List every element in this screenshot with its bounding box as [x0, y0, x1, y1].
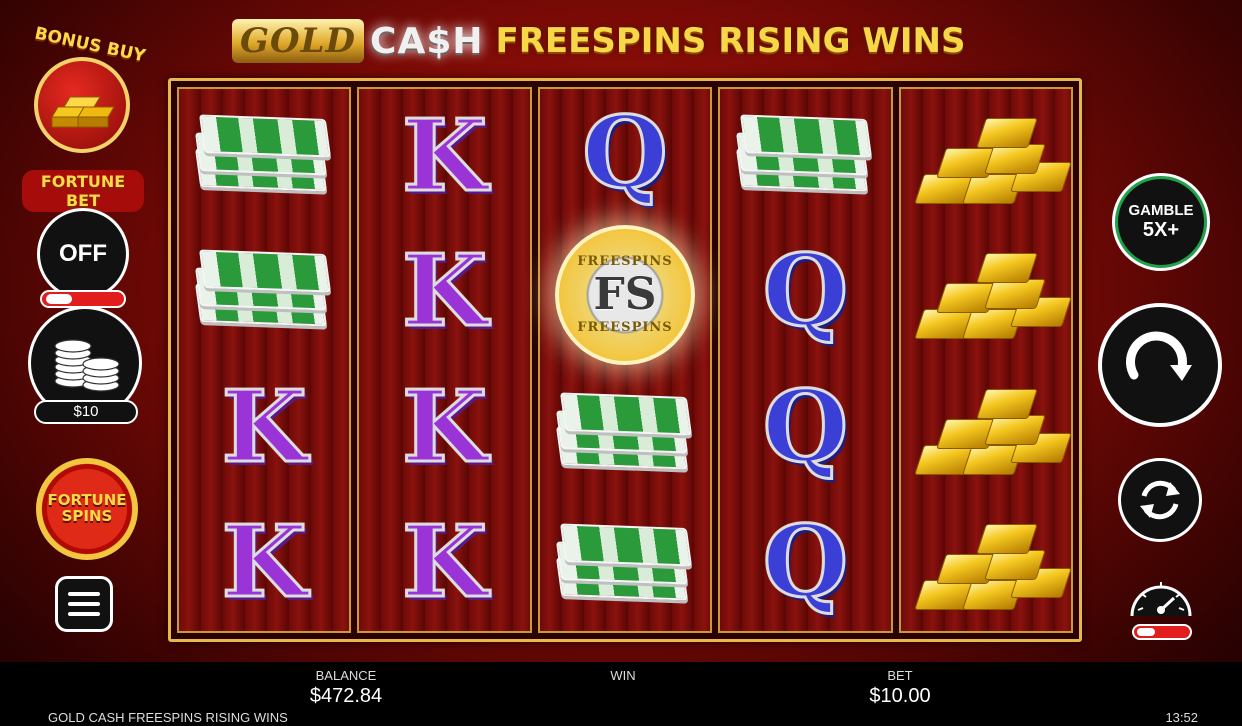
reel-5 — [898, 87, 1074, 633]
balance-label: BALANCE — [315, 668, 377, 683]
fortune-spins-button[interactable]: FORTUNE SPINS — [36, 458, 138, 560]
logo-gold: GOLD — [232, 19, 365, 63]
symbol-gold-bars-icon — [911, 232, 1072, 352]
spin-icon — [1126, 331, 1192, 381]
autoplay-button[interactable] — [1118, 458, 1202, 542]
turbo-toggle[interactable] — [1132, 624, 1192, 640]
win-display: WIN — [580, 668, 666, 685]
symbol-cash-stack-icon — [550, 375, 700, 495]
gamble-label: GAMBLE — [1128, 201, 1194, 219]
fortune-bet-control[interactable]: FORTUNE BET OFF — [18, 170, 148, 308]
reel-2: KKKK — [357, 87, 532, 633]
symbol-k: K — [401, 505, 489, 621]
symbol-k: K — [220, 505, 308, 621]
left-controls: BONUS BUY FORTUNE BET OFF $10 FORTUNE SP… — [0, 0, 170, 660]
symbol-k: K — [401, 98, 489, 214]
spin-button[interactable] — [1098, 303, 1222, 427]
symbol-k: K — [220, 369, 308, 485]
menu-icon — [68, 592, 100, 596]
symbol-q: Q — [761, 369, 849, 485]
symbol-q: Q — [761, 234, 849, 350]
symbol-freespins-coin: FREESPINS FS FREESPINS — [550, 224, 700, 365]
bet-display: BET $10.00 — [850, 668, 950, 708]
symbol-q: Q — [581, 96, 669, 212]
reel-3: Q FREESPINS FS FREESPINS — [537, 87, 713, 633]
reel-1: KK — [177, 87, 352, 633]
fortune-bet-label: FORTUNE BET — [22, 170, 144, 212]
balance-value: $472.84 — [309, 685, 383, 707]
fs-coin-center-text: FS — [593, 269, 657, 321]
footer-bar: BALANCE $472.84 WIN BET $10.00 GOLD CASH… — [0, 662, 1242, 726]
gamble-multiplier: 5X+ — [1142, 219, 1180, 242]
symbol-cash-stack-icon — [189, 97, 339, 217]
symbol-cash-stack-icon — [550, 506, 700, 626]
menu-button[interactable] — [55, 576, 113, 632]
balance-display: BALANCE $472.84 — [290, 668, 402, 708]
bet-value-badge: $10 — [34, 400, 138, 424]
symbol-cash-stack-icon — [730, 97, 880, 217]
fs-coin-top-text: FREESPINS — [577, 254, 673, 270]
reels-frame: K K K K K K Q FREESPINS FS FREESPINS Q Q Q — [168, 78, 1082, 642]
autoplay-icon — [1140, 480, 1180, 520]
speedometer-icon — [1130, 582, 1192, 617]
symbol-gold-bars-icon — [911, 97, 1072, 217]
clock: 13:52 — [1165, 710, 1198, 725]
game-logo: GOLD CA$H FREESPINS RISING WINS — [232, 18, 1032, 64]
fortune-bet-state[interactable]: OFF — [37, 208, 129, 300]
symbol-gold-bars-icon — [911, 368, 1072, 488]
reel-4: QQQ — [718, 87, 893, 633]
logo-freespins-rising-wins: FREESPINS RISING WINS — [495, 21, 966, 61]
bonus-buy-gold-bars-icon — [34, 57, 130, 153]
bet-label: BET — [887, 668, 913, 683]
bonus-buy-button[interactable]: BONUS BUY — [20, 24, 150, 153]
symbol-gold-bars-icon — [911, 503, 1072, 623]
bet-value: $10.00 — [869, 685, 931, 707]
fortune-spins-label-2: SPINS — [61, 507, 113, 525]
game-name: GOLD CASH FREESPINS RISING WINS — [48, 710, 288, 725]
win-label: WIN — [610, 668, 636, 683]
logo-cash: CA$H — [370, 20, 484, 62]
symbol-k: K — [401, 369, 489, 485]
symbol-cash-stack-icon — [189, 232, 339, 352]
gamble-button[interactable]: GAMBLE 5X+ — [1112, 173, 1210, 271]
symbol-q: Q — [761, 505, 849, 621]
fs-coin-bottom-text: FREESPINS — [577, 320, 673, 336]
symbol-k: K — [401, 234, 489, 350]
